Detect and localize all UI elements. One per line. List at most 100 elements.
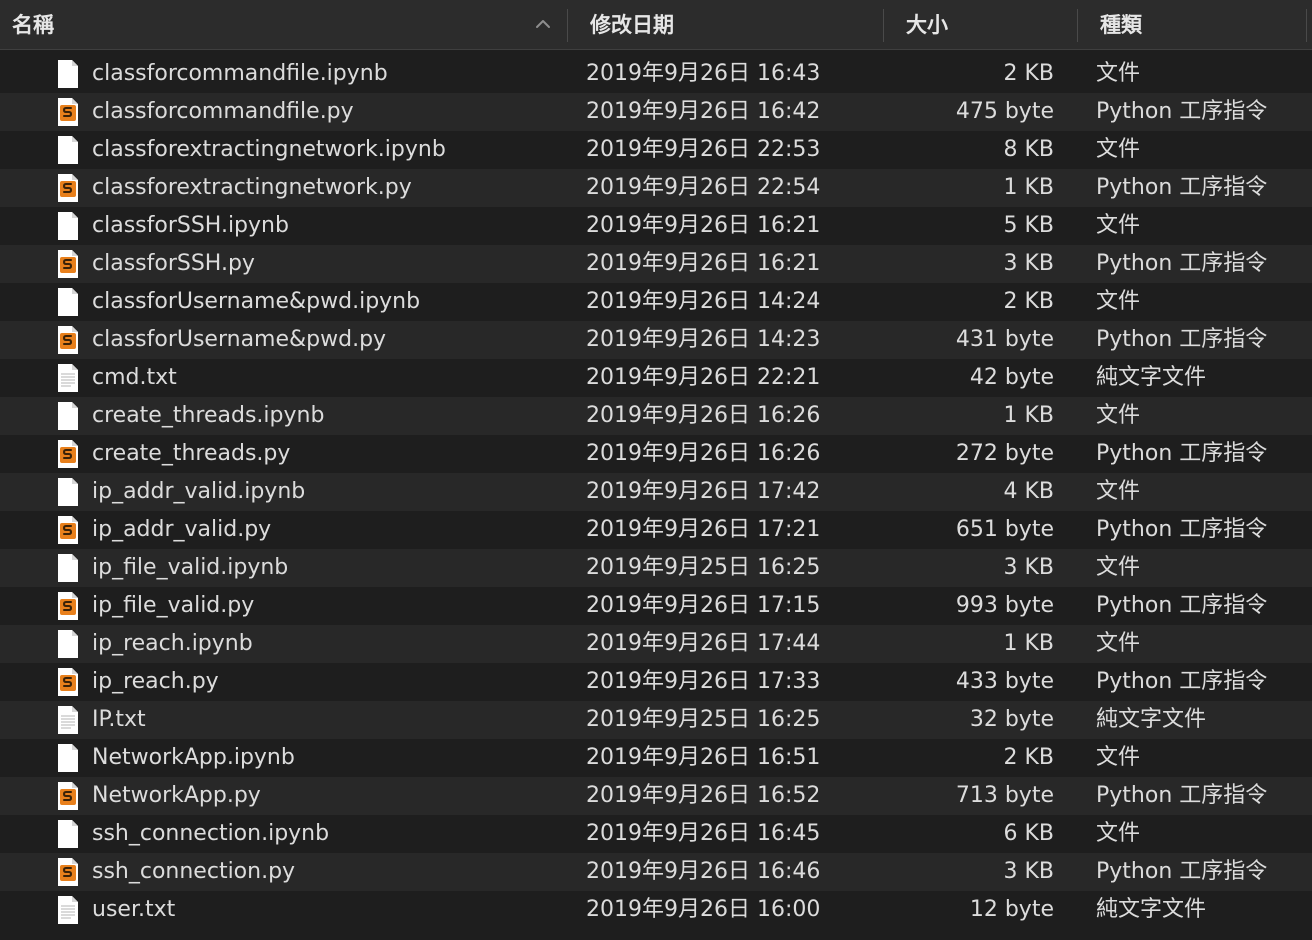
- file-name: classforSSH.ipynb: [92, 213, 289, 238]
- file-modified-date: 2019年9月25日 16:25: [586, 707, 821, 732]
- file-row[interactable]: ip_addr_valid.ipynb 2019年9月26日 17:42 4 KB 文…: [0, 473, 1312, 511]
- file-size: 475 byte: [955, 99, 1054, 124]
- file-size: 12 byte: [969, 897, 1054, 922]
- file-row[interactable]: classforcommandfile.py 2019年9月26日 16:42 47…: [0, 93, 1312, 131]
- file-kind: 文件: [1096, 289, 1141, 314]
- file-size: 272 byte: [955, 441, 1054, 466]
- column-divider[interactable]: [1077, 9, 1078, 42]
- file-size: 713 byte: [955, 783, 1054, 808]
- file-modified-date: 2019年9月26日 16:52: [586, 783, 821, 808]
- file-size: 5 KB: [1003, 213, 1054, 238]
- file-size: 431 byte: [955, 327, 1054, 352]
- file-modified-date: 2019年9月26日 16:21: [586, 213, 821, 238]
- file-size: 1 KB: [1003, 175, 1054, 200]
- file-row[interactable]: IP.txt 2019年9月25日 16:25 32 byte 純文字文件: [0, 701, 1312, 739]
- file-size: 433 byte: [955, 669, 1054, 694]
- column-divider[interactable]: [567, 9, 568, 42]
- column-header-bar: 名稱 修改日期 大小 種類: [0, 0, 1312, 50]
- file-row[interactable]: user.txt 2019年9月26日 16:00 12 byte 純文字文件: [0, 891, 1312, 929]
- file-row[interactable]: classforSSH.ipynb 2019年9月26日 16:21 5 KB 文件: [0, 207, 1312, 245]
- python-script-icon: [57, 515, 79, 545]
- python-script-icon: [57, 97, 79, 127]
- document-icon: [57, 477, 79, 507]
- file-row[interactable]: ip_reach.ipynb 2019年9月26日 17:44 1 KB 文件: [0, 625, 1312, 663]
- file-kind: 文件: [1096, 555, 1141, 580]
- file-row[interactable]: ip_reach.py 2019年9月26日 17:33 433 byte Pytho…: [0, 663, 1312, 701]
- file-row[interactable]: classforSSH.py 2019年9月26日 16:21 3 KB Python…: [0, 245, 1312, 283]
- column-divider[interactable]: [883, 9, 884, 42]
- file-row[interactable]: cmd.txt 2019年9月26日 22:21 42 byte 純文字文件: [0, 359, 1312, 397]
- file-modified-date: 2019年9月26日 14:24: [586, 289, 821, 314]
- file-row[interactable]: NetworkApp.ipynb 2019年9月26日 16:51 2 KB 文件: [0, 739, 1312, 777]
- file-row[interactable]: ssh_connection.ipynb 2019年9月26日 16:45 6 KB…: [0, 815, 1312, 853]
- python-script-icon: [57, 249, 79, 279]
- file-name: classforSSH.py: [92, 251, 255, 276]
- file-kind: Python 工序指令: [1096, 669, 1268, 694]
- file-name: classforcommandfile.ipynb: [92, 61, 388, 86]
- chevron-up-icon[interactable]: [534, 17, 552, 31]
- column-header-name[interactable]: 名稱: [12, 0, 54, 50]
- file-kind: 文件: [1096, 213, 1141, 238]
- file-row[interactable]: classforUsername&pwd.ipynb 2019年9月26日 14:…: [0, 283, 1312, 321]
- file-modified-date: 2019年9月26日 16:46: [586, 859, 821, 884]
- file-kind: Python 工序指令: [1096, 327, 1268, 352]
- column-header-kind[interactable]: 種類: [1100, 0, 1142, 50]
- file-size: 3 KB: [1003, 251, 1054, 276]
- document-icon: [57, 59, 79, 89]
- file-row[interactable]: NetworkApp.py 2019年9月26日 16:52 713 byte Pyt…: [0, 777, 1312, 815]
- column-header-date[interactable]: 修改日期: [590, 0, 674, 50]
- file-kind: Python 工序指令: [1096, 859, 1268, 884]
- document-icon: [57, 211, 79, 241]
- document-icon: [57, 629, 79, 659]
- file-size: 6 KB: [1003, 821, 1054, 846]
- file-kind: Python 工序指令: [1096, 593, 1268, 618]
- file-row[interactable]: classforextractingnetwork.ipynb 2019年9月26…: [0, 131, 1312, 169]
- file-size: 42 byte: [969, 365, 1054, 390]
- file-row[interactable]: ip_file_valid.py 2019年9月26日 17:15 993 byte…: [0, 587, 1312, 625]
- text-document-icon: [57, 363, 79, 393]
- file-size: 8 KB: [1003, 137, 1054, 162]
- document-icon: [57, 819, 79, 849]
- file-name: create_threads.py: [92, 441, 291, 466]
- document-icon: [57, 401, 79, 431]
- document-icon: [57, 287, 79, 317]
- file-name: classforUsername&pwd.py: [92, 327, 387, 352]
- file-name: cmd.txt: [92, 365, 177, 390]
- file-row[interactable]: ip_file_valid.ipynb 2019年9月25日 16:25 3 KB 文…: [0, 549, 1312, 587]
- document-icon: [57, 743, 79, 773]
- file-name: classforextractingnetwork.ipynb: [92, 137, 446, 162]
- file-modified-date: 2019年9月25日 16:25: [586, 555, 821, 580]
- column-divider[interactable]: [1306, 9, 1307, 42]
- column-header-size[interactable]: 大小: [906, 0, 948, 50]
- file-row[interactable]: classforextractingnetwork.py 2019年9月26日 2…: [0, 169, 1312, 207]
- file-modified-date: 2019年9月26日 16:51: [586, 745, 821, 770]
- file-row[interactable]: create_threads.py 2019年9月26日 16:26 272 byt…: [0, 435, 1312, 473]
- file-size: 1 KB: [1003, 631, 1054, 656]
- file-size: 2 KB: [1003, 745, 1054, 770]
- file-size: 1 KB: [1003, 403, 1054, 428]
- file-row[interactable]: ssh_connection.py 2019年9月26日 16:46 3 KB Pyt…: [0, 853, 1312, 891]
- file-kind: Python 工序指令: [1096, 175, 1268, 200]
- file-name: NetworkApp.py: [92, 783, 261, 808]
- file-modified-date: 2019年9月26日 17:15: [586, 593, 821, 618]
- file-list: classforcommandfile.ipynb 2019年9月26日 16:4…: [0, 55, 1312, 929]
- file-size: 4 KB: [1003, 479, 1054, 504]
- python-script-icon: [57, 173, 79, 203]
- python-script-icon: [57, 667, 79, 697]
- text-document-icon: [57, 895, 79, 925]
- document-icon: [57, 135, 79, 165]
- file-row[interactable]: ip_addr_valid.py 2019年9月26日 17:21 651 byte…: [0, 511, 1312, 549]
- file-kind: 文件: [1096, 745, 1141, 770]
- python-script-icon: [57, 591, 79, 621]
- file-row[interactable]: classforcommandfile.ipynb 2019年9月26日 16:4…: [0, 55, 1312, 93]
- file-modified-date: 2019年9月26日 17:33: [586, 669, 821, 694]
- file-row[interactable]: classforUsername&pwd.py 2019年9月26日 14:23 4…: [0, 321, 1312, 359]
- file-modified-date: 2019年9月26日 17:42: [586, 479, 821, 504]
- file-kind: 純文字文件: [1096, 897, 1207, 922]
- file-name: ip_addr_valid.ipynb: [92, 479, 306, 504]
- file-name: ip_reach.ipynb: [92, 631, 253, 656]
- file-modified-date: 2019年9月26日 14:23: [586, 327, 821, 352]
- file-name: IP.txt: [92, 707, 146, 732]
- file-row[interactable]: create_threads.ipynb 2019年9月26日 16:26 1 KB…: [0, 397, 1312, 435]
- file-name: classforcommandfile.py: [92, 99, 354, 124]
